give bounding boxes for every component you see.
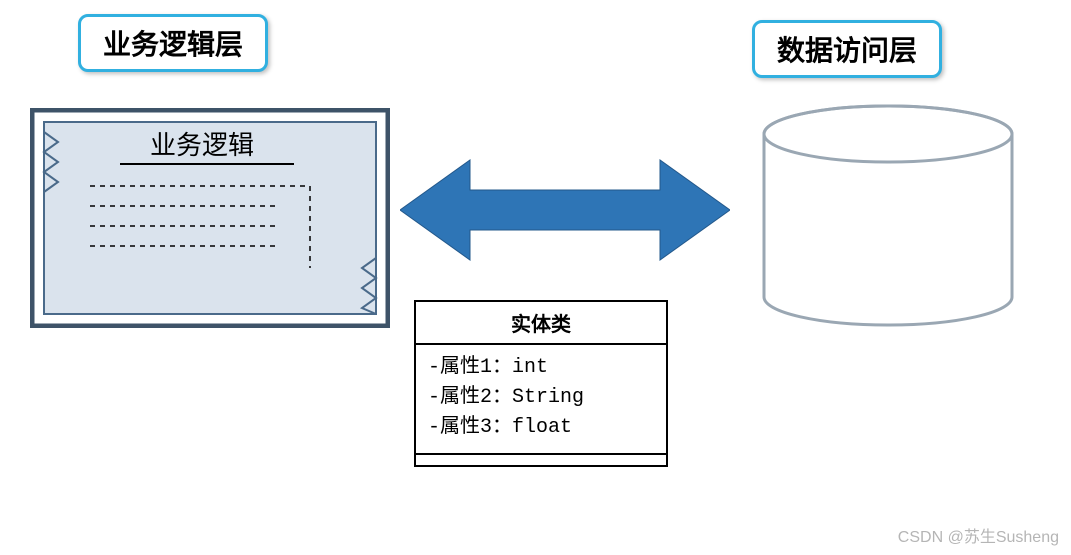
entity-class-attributes: -属性1：int -属性2：String -属性3：float [416,345,666,455]
entity-class-box: 实体类 -属性1：int -属性2：String -属性3：float [414,300,668,467]
component-title-text: 业务逻辑 [150,131,254,160]
business-logic-component: 业务逻辑 [30,108,390,328]
entity-class-title: 实体类 [416,302,666,345]
entity-attr-3: -属性3：float [428,413,654,443]
entity-class-methods-empty [416,455,666,465]
entity-attr-1: -属性1：int [428,353,654,383]
entity-attr-2: -属性2：String [428,383,654,413]
database-cylinder-icon [758,102,1018,332]
data-access-layer-label: 数据访问层 [752,20,942,78]
bidirectional-arrow-icon [400,150,730,270]
business-logic-layer-label: 业务逻辑层 [78,14,268,72]
watermark-text: CSDN @苏生Susheng [898,523,1059,547]
